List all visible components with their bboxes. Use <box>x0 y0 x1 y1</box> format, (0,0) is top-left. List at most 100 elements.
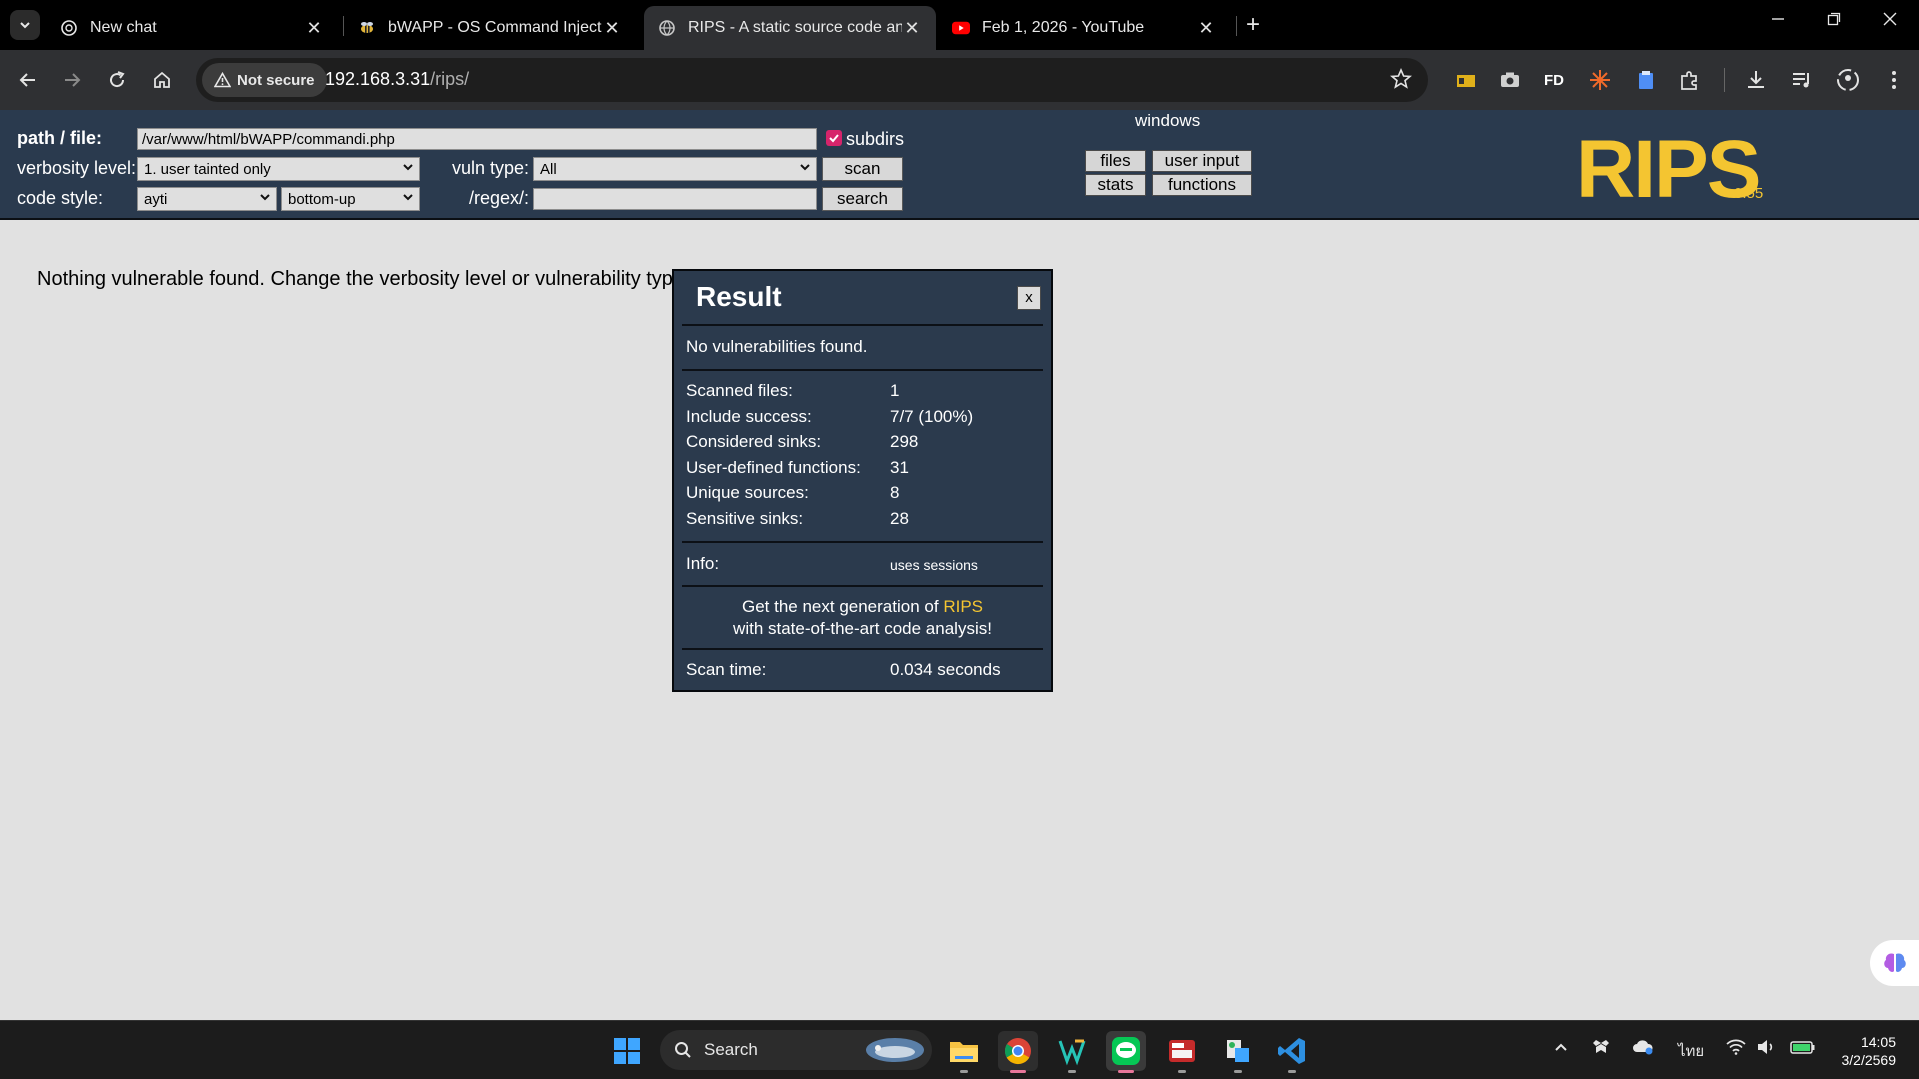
search-label: Search <box>704 1040 758 1059</box>
vs-app[interactable] <box>1052 1031 1092 1073</box>
chevron-down-icon <box>258 189 272 210</box>
clock-time: 14:05 <box>1860 1034 1896 1050</box>
clock-date: 3/2/2569 <box>1841 1052 1897 1068</box>
chrome-icon <box>1004 1038 1031 1065</box>
profile-sync-icon[interactable] <box>1834 66 1862 94</box>
minimize-icon <box>1772 18 1784 20</box>
wifi-icon[interactable] <box>1726 1039 1746 1059</box>
tab-title: Feb 1, 2026 - YouTube <box>982 19 1145 36</box>
extension-folder-icon[interactable] <box>1452 66 1480 94</box>
language-indicator[interactable]: ไทย <box>1678 1039 1704 1063</box>
chrome-app[interactable] <box>998 1031 1038 1073</box>
divider <box>682 585 1043 587</box>
tab-new-chat[interactable]: New chat ✕ <box>46 6 338 50</box>
kebab-menu-icon[interactable] <box>1880 66 1908 94</box>
stat-value: 31 <box>890 458 909 477</box>
snipping-tool-icon <box>1227 1040 1249 1062</box>
rips-logo: RIPS <box>1576 124 1761 215</box>
globe-icon <box>658 19 676 37</box>
close-window-button[interactable] <box>1870 10 1910 31</box>
promo-text: Get the next generation of <box>741 597 939 616</box>
vscode-app[interactable] <box>1272 1031 1312 1073</box>
media-playlist-icon[interactable] <box>1788 66 1816 94</box>
rips-link[interactable]: RIPS <box>943 597 983 616</box>
chevron-down-icon <box>798 159 812 180</box>
regex-input[interactable] <box>533 188 817 210</box>
system-clock[interactable]: 14:05 3/2/2569 <box>1830 1033 1897 1069</box>
url-text[interactable]: 192.168.3.31/rips/ <box>325 69 469 90</box>
start-button[interactable] <box>607 1031 647 1071</box>
code-style-value: ayti <box>144 191 168 208</box>
assistant-bubble[interactable] <box>1870 940 1919 986</box>
reload-button[interactable] <box>103 66 131 94</box>
code-style-select[interactable]: ayti <box>137 187 277 211</box>
vuln-type-label: vuln type: <box>452 158 530 178</box>
order-value: bottom-up <box>288 191 356 208</box>
close-tab-icon[interactable]: ✕ <box>304 18 324 39</box>
order-select[interactable]: bottom-up <box>281 187 420 211</box>
scan-button[interactable]: scan <box>822 157 903 181</box>
minimize-button[interactable] <box>1758 10 1798 31</box>
address-bar[interactable]: Not secure 192.168.3.31/rips/ <box>196 58 1428 102</box>
fd-extension-icon[interactable]: FD <box>1540 66 1568 94</box>
tab-search-button[interactable] <box>10 10 40 40</box>
scan-time-value: 0.034 seconds <box>890 660 1001 679</box>
vuln-type-select[interactable]: All <box>533 157 817 181</box>
stat-label: Include success: <box>686 407 812 426</box>
snipping-app[interactable] <box>1218 1031 1258 1073</box>
battery-charging-icon[interactable] <box>1790 1039 1816 1059</box>
arrow-left-icon <box>19 73 35 87</box>
tab-youtube[interactable]: Feb 1, 2026 - YouTube ✕ <box>938 6 1230 50</box>
file-explorer-app[interactable] <box>944 1031 984 1073</box>
puzzle-extensions-icon[interactable] <box>1676 66 1704 94</box>
onedrive-icon[interactable] <box>1632 1039 1654 1059</box>
path-input[interactable]: /var/www/html/bWAPP/commandi.php <box>137 128 817 150</box>
stat-label: User-defined functions: <box>686 458 861 477</box>
clipboard-extension-icon[interactable] <box>1632 66 1660 94</box>
close-tab-icon[interactable]: ✕ <box>902 18 922 39</box>
stat-value: 8 <box>890 483 900 502</box>
info-value: uses sessions <box>890 557 978 573</box>
security-chip[interactable]: Not secure <box>202 63 327 97</box>
camera-icon[interactable] <box>1496 66 1524 94</box>
dropbox-icon[interactable] <box>1592 1039 1610 1059</box>
windows-label: windows <box>1135 111 1201 130</box>
user-input-button[interactable]: user input <box>1152 150 1252 172</box>
tab-strip: New chat ✕ bWAPP - OS Command Injectio ✕… <box>0 0 1919 50</box>
close-tab-icon[interactable]: ✕ <box>602 18 622 39</box>
new-tab-button[interactable]: + <box>1246 12 1260 38</box>
functions-button[interactable]: functions <box>1152 174 1252 196</box>
volume-icon[interactable] <box>1756 1039 1776 1059</box>
taskbar-search[interactable]: Search <box>660 1030 932 1070</box>
reload-icon <box>110 71 125 88</box>
sun-extension-icon[interactable] <box>1586 66 1614 94</box>
search-icon <box>675 1042 691 1058</box>
arrow-right-icon <box>65 73 81 87</box>
search-button[interactable]: search <box>822 187 903 211</box>
result-summary: No vulnerabilities found. <box>686 337 868 356</box>
line-app[interactable] <box>1106 1031 1146 1073</box>
close-result-button[interactable]: x <box>1017 286 1041 310</box>
close-tab-icon[interactable]: ✕ <box>1196 18 1216 39</box>
files-button[interactable]: files <box>1085 150 1146 172</box>
info-label: Info: <box>686 554 720 573</box>
back-button[interactable] <box>14 66 42 94</box>
tab-bwapp[interactable]: bWAPP - OS Command Injectio ✕ <box>344 6 636 50</box>
download-icon[interactable] <box>1742 66 1770 94</box>
show-hidden-icons-chevron-up-icon[interactable] <box>1553 1039 1569 1059</box>
home-button[interactable] <box>148 66 176 94</box>
restore-button[interactable] <box>1814 10 1854 31</box>
verbosity-select[interactable]: 1. user tainted only <box>137 157 420 181</box>
xga-app[interactable] <box>1162 1031 1202 1073</box>
stats-button[interactable]: stats <box>1085 174 1146 196</box>
divider <box>682 541 1043 543</box>
subdirs-checkbox[interactable] <box>826 130 842 146</box>
tab-rips[interactable]: RIPS - A static source code anal ✕ <box>644 6 936 50</box>
forward-button[interactable] <box>58 66 86 94</box>
stat-label: Unique sources: <box>686 483 809 502</box>
bookmark-star-icon[interactable] <box>1389 67 1413 95</box>
warning-icon <box>214 72 231 88</box>
result-window[interactable]: Result x No vulnerabilities found. Scann… <box>672 269 1053 692</box>
xga-icon <box>1169 1040 1195 1062</box>
security-label: Not secure <box>237 71 315 89</box>
